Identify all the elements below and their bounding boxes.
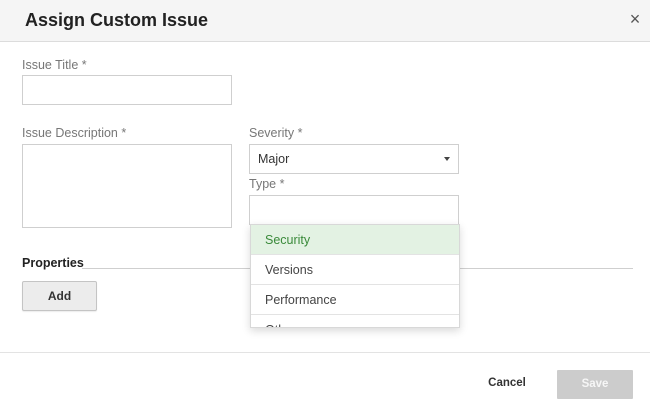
dialog-header: Assign Custom Issue × <box>0 0 650 42</box>
properties-heading: Properties <box>22 256 84 270</box>
type-option-performance[interactable]: Performance <box>251 285 459 315</box>
type-select[interactable] <box>249 195 459 225</box>
type-option-security[interactable]: Security <box>251 225 459 255</box>
issue-description-label: Issue Description * <box>22 126 127 140</box>
type-option-versions[interactable]: Versions <box>251 255 459 285</box>
severity-selected-value: Major <box>258 152 290 166</box>
issue-title-label: Issue Title * <box>22 58 87 72</box>
severity-select[interactable]: Major <box>249 144 459 174</box>
add-property-button[interactable]: Add <box>22 281 97 311</box>
issue-description-textarea[interactable] <box>22 144 232 228</box>
issue-title-input[interactable] <box>22 75 232 105</box>
chevron-down-icon <box>444 157 450 161</box>
close-icon[interactable]: × <box>626 10 644 28</box>
dialog-title: Assign Custom Issue <box>25 10 209 30</box>
type-label: Type * <box>249 177 285 191</box>
cancel-button[interactable]: Cancel <box>482 374 532 392</box>
type-dropdown-menu: Security Versions Performance Other <box>250 224 460 328</box>
dialog-footer: Cancel Save <box>0 352 650 410</box>
save-button[interactable]: Save <box>557 370 633 399</box>
assign-custom-issue-dialog: Assign Custom Issue × Issue Title * Issu… <box>0 0 650 410</box>
severity-label: Severity * <box>249 126 303 140</box>
type-option-other[interactable]: Other <box>251 315 459 327</box>
